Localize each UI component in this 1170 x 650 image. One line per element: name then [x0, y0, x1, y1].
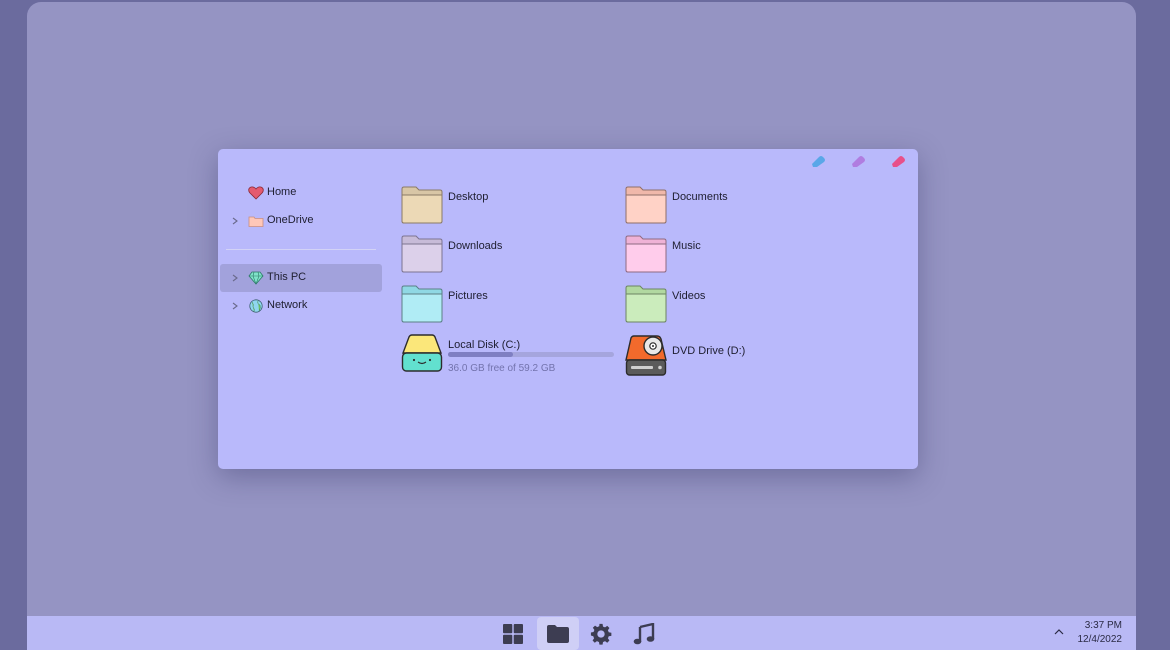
chevron-right-icon[interactable]: [230, 216, 240, 226]
minimize-icon: [812, 156, 825, 167]
folder-icon: [248, 216, 264, 227]
sidebar-item-this-pc[interactable]: This PC: [220, 264, 382, 292]
music-taskbar-button[interactable]: [623, 617, 665, 650]
folder-label: Desktop: [448, 191, 489, 203]
folder-icon: [401, 235, 443, 273]
maximize-button[interactable]: [848, 155, 868, 169]
start-button[interactable]: [492, 617, 534, 650]
folder-pictures[interactable]: Pictures: [401, 285, 621, 325]
drive-usage-bar: [448, 352, 614, 357]
folder-videos[interactable]: Videos: [625, 285, 845, 325]
folder-music[interactable]: Music: [625, 235, 845, 275]
folder-label: Music: [672, 240, 701, 252]
folder-documents[interactable]: Documents: [625, 186, 845, 226]
sidebar-item-network[interactable]: Network: [220, 292, 382, 320]
show-hidden-icons-chevron-up-icon[interactable]: [1053, 627, 1065, 637]
navigation-pane: Home OneDrive This PC Network: [220, 179, 382, 320]
sidebar-divider: [226, 249, 376, 250]
window-controls: [808, 155, 908, 169]
close-button[interactable]: [888, 155, 908, 169]
taskbar: 3:37 PM 12/4/2022: [27, 616, 1136, 650]
music-note-icon: [633, 622, 655, 644]
drive-label: Local Disk (C:): [448, 339, 521, 351]
sidebar-item-label: Network: [267, 299, 308, 311]
minimize-button[interactable]: [808, 155, 828, 169]
sidebar-item-label: Home: [267, 186, 297, 198]
folder-icon: [625, 235, 667, 273]
taskbar-clock[interactable]: 3:37 PM 12/4/2022: [1078, 619, 1123, 647]
globe-icon: [249, 299, 263, 313]
folder-label: Documents: [672, 191, 728, 203]
drive-local-disk-c[interactable]: Local Disk (C:) 36.0 GB free of 59.2 GB: [401, 334, 631, 380]
settings-gear-icon: [590, 623, 612, 645]
maximize-icon: [852, 156, 865, 167]
hard-drive-icon: [401, 334, 443, 372]
settings-taskbar-button[interactable]: [580, 617, 622, 650]
folder-icon: [625, 186, 667, 224]
drive-usage-fill: [448, 352, 513, 357]
chevron-right-icon[interactable]: [230, 301, 240, 311]
folder-label: Videos: [672, 290, 706, 302]
folder-label: Downloads: [448, 240, 503, 252]
folder-icon: [401, 285, 443, 323]
folder-downloads[interactable]: Downloads: [401, 235, 621, 275]
drive-label: DVD Drive (D:): [672, 345, 746, 357]
this-pc-content: Desktop Documents Downloads Music Pictur…: [401, 186, 901, 416]
sidebar-item-label: This PC: [267, 271, 307, 283]
sidebar-item-label: OneDrive: [267, 214, 314, 226]
desktop: Home OneDrive This PC Network Desktop Do…: [27, 2, 1136, 650]
file-explorer-icon: [547, 624, 569, 643]
heart-icon: [248, 186, 264, 200]
sidebar-item-home[interactable]: Home: [220, 179, 382, 207]
file-explorer-window: Home OneDrive This PC Network Desktop Do…: [218, 149, 918, 469]
start-icon: [503, 623, 523, 644]
dvd-drive-icon: [625, 335, 667, 376]
folder-icon: [625, 285, 667, 323]
file-explorer-taskbar-button[interactable]: [537, 617, 579, 650]
drive-free-space: 36.0 GB free of 59.2 GB: [448, 363, 556, 374]
drive-dvd-d[interactable]: DVD Drive (D:): [625, 334, 845, 380]
chevron-right-icon[interactable]: [230, 273, 240, 283]
folder-icon: [401, 186, 443, 224]
clock-time: 3:37 PM: [1084, 620, 1122, 631]
folder-desktop[interactable]: Desktop: [401, 186, 621, 226]
close-icon: [892, 156, 905, 167]
diamond-icon: [248, 271, 264, 285]
clock-date: 12/4/2022: [1077, 634, 1123, 645]
sidebar-item-onedrive[interactable]: OneDrive: [220, 207, 382, 235]
folder-label: Pictures: [448, 290, 488, 302]
